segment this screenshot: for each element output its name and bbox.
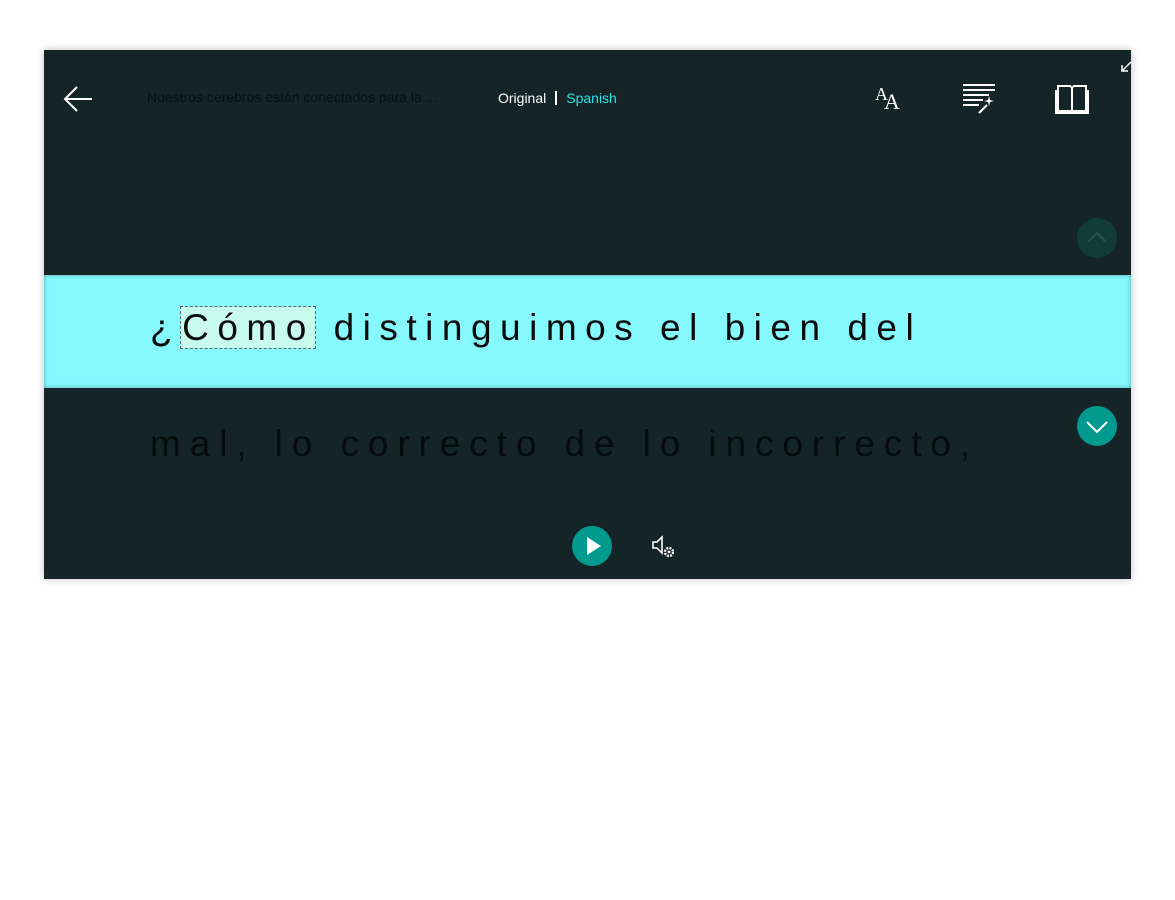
current-word[interactable]: Cómo (180, 306, 316, 349)
collapse-button[interactable] (1120, 60, 1131, 72)
language-original[interactable]: Original (498, 90, 546, 106)
language-separator (555, 91, 558, 105)
text-preferences-button[interactable]: A A (867, 80, 907, 116)
reading-preferences-button[interactable] (1052, 80, 1092, 116)
back-button[interactable] (62, 82, 96, 116)
scroll-down-button[interactable] (1077, 406, 1117, 446)
font-size-icon: A A (875, 84, 900, 114)
open-book-icon (1055, 85, 1089, 114)
scroll-up-button[interactable] (1077, 218, 1117, 258)
speaker-gear-icon (652, 535, 675, 558)
play-button[interactable] (572, 526, 612, 566)
current-line-prefix: ¿ (150, 307, 182, 348)
lines-wand-icon (963, 84, 995, 114)
next-line: mal, lo correcto de lo incorrecto, (150, 423, 980, 464)
chevron-down-icon (1086, 421, 1108, 434)
language-toggle: Original Spanish (498, 90, 617, 106)
immersive-reader: Nuestros cerebros están conectados para … (44, 50, 1131, 579)
arrow-collapse-icon (1121, 61, 1131, 72)
language-spanish[interactable]: Spanish (566, 90, 617, 106)
chevron-up-icon (1087, 231, 1107, 243)
document-title: Nuestros cerebros están conectados para … (147, 89, 438, 105)
svg-text:A: A (884, 89, 900, 114)
current-line: ¿Cómo distinguimos el bien del (150, 306, 923, 349)
voice-settings-button[interactable] (650, 533, 678, 561)
arrow-left-icon (63, 86, 92, 112)
grammar-options-button[interactable] (959, 80, 999, 116)
play-icon (587, 537, 601, 555)
current-line-rest: distinguimos el bien del (314, 307, 923, 348)
